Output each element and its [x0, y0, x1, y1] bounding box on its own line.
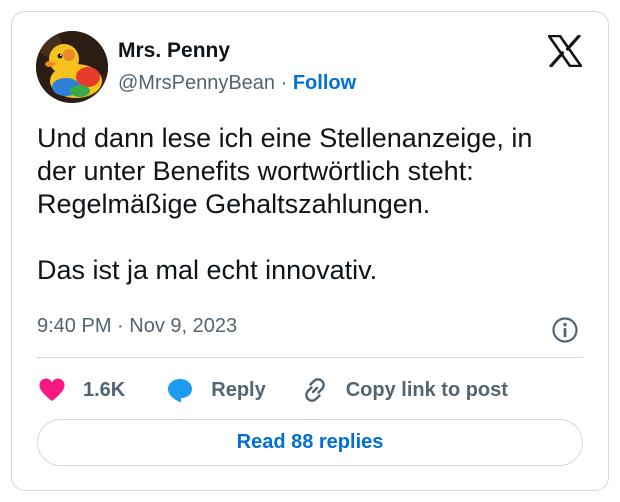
author-display-name[interactable]: Mrs. Penny: [118, 39, 230, 63]
tweet-paragraph: Das ist ja mal echt innovativ.: [37, 255, 378, 285]
action-bar: 1.6K Reply Copy link to post: [37, 370, 508, 410]
author-handle[interactable]: @MrsPennyBean: [118, 72, 275, 94]
copy-link-label: Copy link to post: [345, 378, 508, 401]
like-count: 1.6K: [83, 378, 126, 401]
tweet-timestamp[interactable]: 9:40 PM · Nov 9, 2023: [37, 315, 237, 338]
link-icon: [300, 375, 330, 405]
copy-link-button[interactable]: Copy link to post: [300, 375, 508, 405]
heart-icon: [37, 375, 67, 405]
tweet-card: Mrs. Penny @MrsPennyBean · Follow Und da…: [11, 11, 609, 491]
reply-button[interactable]: Reply: [165, 375, 266, 405]
tweet-paragraph: Und dann lese ich eine Stellenanzeige, i…: [37, 123, 533, 219]
author-handle-row: @MrsPennyBean · Follow: [118, 72, 356, 95]
handle-separator: ·: [275, 72, 293, 94]
follow-button[interactable]: Follow: [293, 72, 356, 94]
read-replies-button[interactable]: Read 88 replies: [37, 419, 583, 466]
rubber-duck-avatar: [36, 31, 108, 103]
avatar[interactable]: [36, 31, 108, 103]
tweet-text: Und dann lese ich eine Stellenanzeige, i…: [37, 122, 597, 287]
info-icon[interactable]: [551, 316, 579, 344]
divider: [37, 357, 583, 358]
reply-bubble-icon: [165, 375, 195, 405]
x-logo-icon[interactable]: [547, 34, 583, 68]
reply-label: Reply: [211, 378, 266, 401]
like-button[interactable]: 1.6K: [37, 375, 125, 405]
